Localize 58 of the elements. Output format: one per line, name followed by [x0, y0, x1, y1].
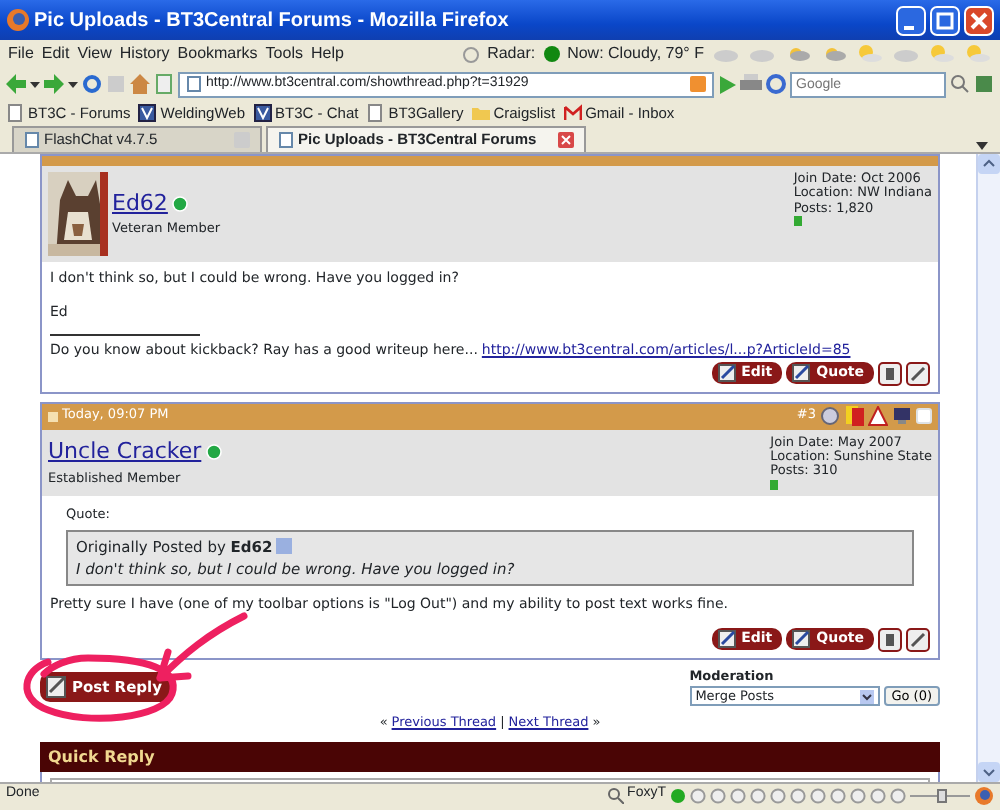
website-icon: [138, 104, 157, 122]
menu-item[interactable]: Tools: [265, 42, 303, 66]
cloud-icon[interactable]: [712, 44, 740, 64]
sun-cloud-icon[interactable]: [928, 44, 956, 64]
radar-label: Radar:: [487, 42, 536, 66]
window-title: Pic Uploads - BT3Central Forums - Mozilla Firefox: [34, 7, 511, 35]
menu-item[interactable]: Bookmarks: [177, 42, 258, 66]
cloud-icon[interactable]: [748, 44, 776, 64]
quick-reply-header: Quick Reply: [40, 742, 940, 773]
reply-icon: [46, 675, 68, 698]
pencil-icon: [717, 364, 738, 382]
slider-icon[interactable]: [910, 787, 970, 803]
dropdown-icon: [859, 689, 874, 704]
cloud-icon[interactable]: [892, 44, 920, 64]
dropdown-icon[interactable]: [68, 79, 78, 89]
warning-card-icon[interactable]: [844, 406, 864, 426]
minimize-icon[interactable]: [896, 5, 926, 35]
select-checkbox[interactable]: [916, 408, 932, 424]
scroll-down-icon[interactable]: [978, 762, 1000, 782]
status-dot-icon: [670, 787, 686, 803]
mail-icon: [563, 104, 582, 122]
multi-quote-icon[interactable]: [906, 627, 930, 652]
quote-icon: [792, 630, 813, 649]
website-icon: [253, 104, 272, 122]
menu-item[interactable]: File: [8, 42, 34, 66]
post-icon: [48, 411, 58, 421]
tab-list-icon[interactable]: [976, 140, 988, 152]
sun-cloud-icon[interactable]: [856, 44, 884, 64]
search-icon[interactable]: [950, 74, 970, 94]
status-dot-icon: [543, 46, 560, 62]
print-icon[interactable]: [740, 74, 762, 94]
search-icon[interactable]: [607, 787, 624, 803]
home-icon[interactable]: [130, 74, 150, 94]
firefox-icon: [6, 8, 30, 32]
computer-icon[interactable]: [892, 406, 912, 426]
quote-icon: [792, 364, 813, 382]
sun-cloud-icon[interactable]: [964, 44, 992, 64]
close-icon[interactable]: [558, 132, 574, 148]
folder-icon: [471, 104, 490, 122]
sun-cloud-icon[interactable]: [820, 44, 848, 64]
multi-quote-icon[interactable]: [906, 361, 930, 385]
dropdown-icon[interactable]: [30, 79, 40, 89]
weather-text[interactable]: Now: Cloudy, 79° F: [567, 42, 704, 66]
firefox-icon[interactable]: [974, 785, 994, 805]
menu-item[interactable]: Help: [310, 42, 344, 66]
username-link[interactable]: Uncle Cracker: [48, 436, 202, 470]
scroll-up-icon[interactable]: [978, 154, 1000, 174]
maximize-icon[interactable]: [930, 5, 960, 35]
menu-item[interactable]: Edit: [41, 42, 70, 66]
sun-cloud-icon[interactable]: [784, 44, 812, 64]
pencil-icon: [717, 630, 738, 649]
username-link[interactable]: Ed62: [112, 187, 168, 221]
page-icon: [366, 104, 385, 122]
menu-item[interactable]: View: [77, 42, 112, 66]
close-icon[interactable]: [964, 5, 994, 35]
menu-item[interactable]: History: [119, 42, 170, 66]
go-icon[interactable]: [718, 75, 736, 93]
page-icon: [278, 132, 294, 148]
